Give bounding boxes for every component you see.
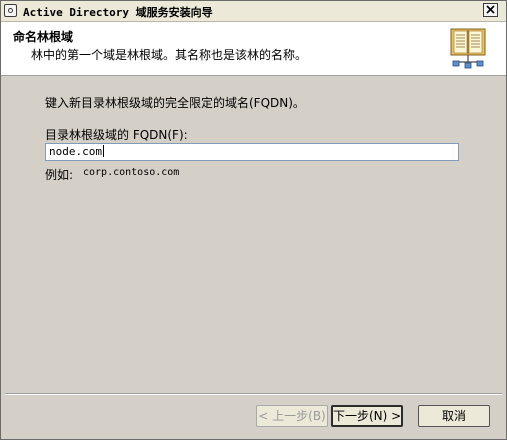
title-bar[interactable]: Active Directory 域服务安装向导: [1, 1, 506, 22]
fqdn-input-value: node.com: [49, 145, 102, 158]
text-caret: [102, 145, 104, 157]
close-icon: [486, 5, 495, 14]
page-subtitle: 林中的第一个域是林根域。其名称也是该林的名称。: [31, 48, 308, 62]
book-network-icon: [450, 28, 486, 69]
fqdn-label: 目录林根级域的 FQDN(F):: [45, 128, 188, 142]
cancel-button[interactable]: 取消: [418, 405, 490, 427]
next-button[interactable]: 下一步(N) >: [331, 405, 403, 427]
example-label: 例如:: [45, 168, 74, 182]
close-button[interactable]: [483, 3, 498, 17]
fqdn-input[interactable]: node.com: [45, 143, 459, 161]
wizard-window: Active Directory 域服务安装向导 命名林根域 林中的第一个域是林…: [0, 0, 507, 440]
wizard-header: 命名林根域 林中的第一个域是林根域。其名称也是该林的名称。: [1, 22, 506, 76]
back-button[interactable]: < 上一步(B): [256, 405, 328, 427]
app-icon: [4, 4, 17, 17]
example-value: corp.contoso.com: [83, 167, 180, 178]
window-title: Active Directory 域服务安装向导: [23, 6, 213, 19]
instruction-text: 键入新目录林根级域的完全限定的域名(FQDN)。: [45, 96, 305, 110]
footer-divider: [5, 393, 502, 395]
wizard-content: 键入新目录林根级域的完全限定的域名(FQDN)。 目录林根级域的 FQDN(F)…: [1, 76, 506, 388]
page-title: 命名林根域: [13, 30, 74, 44]
